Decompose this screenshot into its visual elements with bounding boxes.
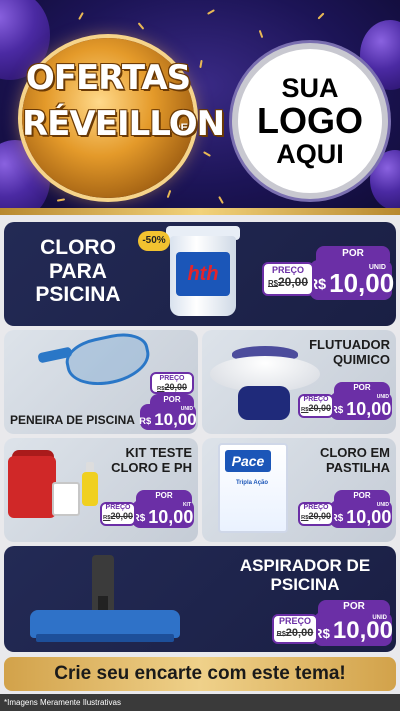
confetti xyxy=(258,29,264,39)
product-title-aspirador: ASPIRADOR DE PSICINA xyxy=(239,556,371,595)
old-price-box: PREÇO R$20,00 xyxy=(262,262,314,296)
pool-vacuum-brush-image xyxy=(36,634,174,642)
chlorine-brand-label: hth xyxy=(176,252,230,296)
price-tag-flutuador: POR R$ 10,00 UNID PREÇO R$20,00 xyxy=(298,382,392,424)
offer-title-line1: OFERTAS xyxy=(25,58,191,98)
old-price-box: PREÇO R$20,00 xyxy=(298,394,334,418)
pace-brand-logo: Pace xyxy=(225,450,271,472)
price-currency: R$ xyxy=(139,416,152,427)
confetti xyxy=(166,189,172,199)
confetti xyxy=(137,22,145,30)
price-unit: UNID xyxy=(376,394,389,400)
confetti xyxy=(203,151,211,157)
confetti xyxy=(317,12,325,20)
price-value: 10,00 xyxy=(346,507,392,527)
header-banner: OFERTAS DE RÉVEILLON SUA LOGO AQUI xyxy=(0,0,400,215)
logo-placeholder[interactable]: SUA LOGO AQUI xyxy=(232,43,388,199)
confetti xyxy=(218,196,224,204)
product-title-cloro: CLORO PARA PSICINA xyxy=(35,236,121,307)
price-value: 10,00 xyxy=(332,617,393,644)
price-unit: UNID xyxy=(376,502,389,508)
price-unit: UNID xyxy=(368,264,386,271)
old-price-value: R$20,00 xyxy=(102,510,133,521)
old-price-box: PREÇO R$20,00 xyxy=(298,502,334,526)
test-kit-image xyxy=(8,456,56,518)
price-unit: UNID xyxy=(180,406,193,412)
cta-banner[interactable]: Crie seu encarte com este tema! xyxy=(4,657,396,691)
confetti xyxy=(199,59,203,69)
price-main: R$ 10,00 UNID xyxy=(313,612,393,646)
price-value: 10,00 xyxy=(148,507,194,527)
price-value: 10,00 xyxy=(329,268,395,298)
test-kit-tubes-image xyxy=(52,482,80,516)
price-tag-cloro: POR R$ 10,00 UNID PREÇO R$20,00 xyxy=(262,246,395,306)
old-price-value: R$20,00 xyxy=(300,510,331,521)
price-unit: UNID xyxy=(372,615,387,621)
footnote: *Imagens Meramente Ilustrativas xyxy=(0,694,400,711)
confetti xyxy=(78,12,84,20)
floater-base-image xyxy=(238,386,290,420)
price-unit: KIT xyxy=(182,502,191,508)
old-price-value: R$20,00 xyxy=(300,402,331,413)
logo-text-line3: AQUI xyxy=(276,138,344,169)
product-title-kit: KIT TESTE CLORO E PH xyxy=(111,445,192,475)
price-main: R$ 10,00 UNID xyxy=(308,260,395,300)
product-title-flutuador: FLUTUADOR QUIMICO xyxy=(309,337,390,367)
product-title-peneira: PENEIRA DE PISCINA xyxy=(10,413,135,427)
product-title-pastilha: CLORO EM PASTILHA xyxy=(319,445,390,475)
gold-divider xyxy=(0,208,400,215)
price-tag-peneira: PREÇO R$20,00 POR R$ 10,00 UNID xyxy=(139,372,197,430)
logo-text-line1: SUA xyxy=(281,72,339,103)
confetti xyxy=(56,198,66,202)
offer-badge: OFERTAS DE RÉVEILLON xyxy=(22,38,225,198)
offer-title-line2: RÉVEILLON xyxy=(22,104,225,144)
old-price-box: PREÇO R$20,00 xyxy=(272,614,318,644)
pack-text: Tripla Ação xyxy=(235,480,269,486)
price-tag-kit: POR R$ 10,00 KIT PREÇO R$20,00 xyxy=(100,490,194,532)
price-value: 10,00 xyxy=(346,399,392,419)
old-price-box: PREÇO R$20,00 xyxy=(150,372,194,394)
logo-text-line2: LOGO xyxy=(257,100,363,142)
discount-badge: -50% xyxy=(138,231,170,251)
old-price-value: R$20,00 xyxy=(276,626,314,639)
price-main: R$ 10,00 KIT xyxy=(132,500,194,528)
old-price-value: R$20,00 xyxy=(156,381,187,392)
old-price-value: R$20,00 xyxy=(268,274,308,289)
old-price-label: PREÇO xyxy=(278,616,311,626)
price-tag-aspirador: POR R$ 10,00 UNID PREÇO R$20,00 xyxy=(272,600,393,648)
price-value: 10,00 xyxy=(154,410,197,429)
test-kit-bottle-image xyxy=(82,472,98,506)
price-main: R$ 10,00 UNID xyxy=(139,404,197,430)
price-tag-pastilha: POR R$ 10,00 UNID PREÇO R$20,00 xyxy=(298,490,392,532)
price-main: R$ 10,00 UNID xyxy=(330,500,392,528)
confetti xyxy=(207,9,215,15)
price-main: R$ 10,00 UNID xyxy=(330,392,392,420)
old-price-box: PREÇO R$20,00 xyxy=(100,502,136,526)
